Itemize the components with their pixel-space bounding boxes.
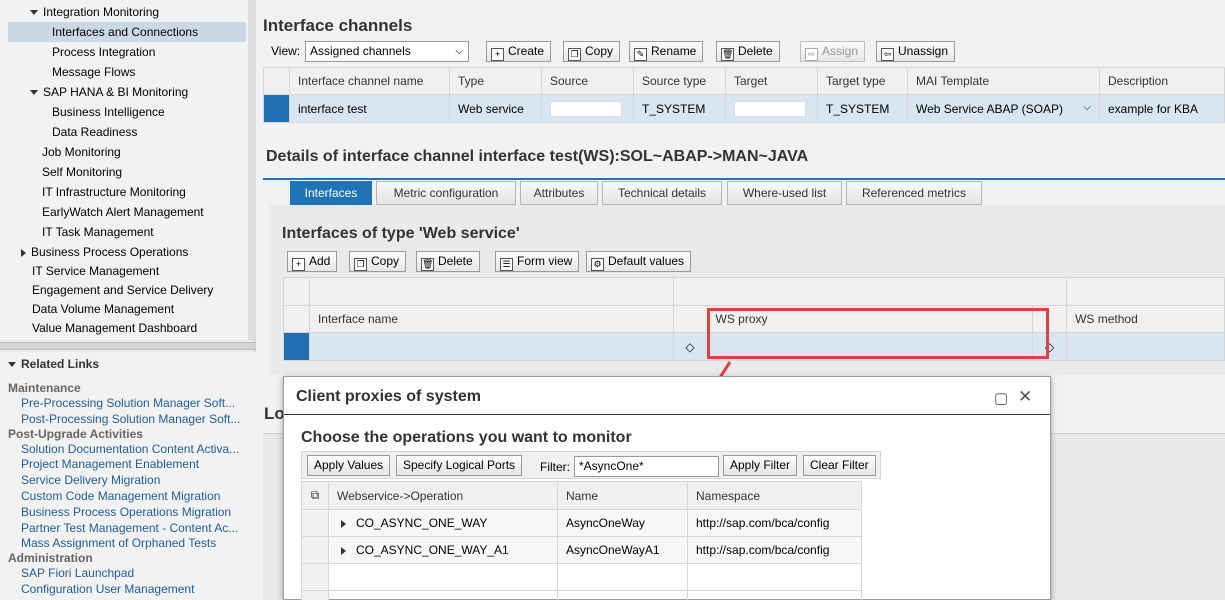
empty-cell [687, 563, 862, 591]
filter-label: Filter: [540, 460, 570, 474]
empty-cell [687, 590, 862, 600]
row-selector[interactable] [301, 563, 329, 591]
proxies-table: ⧉ Webservice->Operation Name Namespace C… [301, 481, 862, 600]
client-proxies-dialog: Client proxies of system ▢ ✕ Choose the … [283, 376, 1051, 600]
namespace-cell[interactable]: http://sap.com/bca/config [687, 509, 862, 537]
table-row[interactable]: CO_ASYNC_ONE_WAY_A1 AsyncOneWayA1 http:/… [301, 536, 862, 564]
column-header[interactable]: Namespace [687, 481, 862, 510]
row-selector[interactable] [301, 536, 329, 564]
empty-cell [328, 590, 558, 600]
dialog-title-divider [284, 414, 1050, 415]
empty-cell [328, 563, 558, 591]
row-selector[interactable] [301, 590, 329, 600]
table-row[interactable] [301, 563, 862, 591]
operation-cell[interactable]: CO_ASYNC_ONE_WAY [328, 509, 558, 537]
name-cell[interactable]: AsyncOneWayA1 [557, 536, 688, 564]
close-icon[interactable]: ✕ [1018, 387, 1032, 407]
maximize-icon[interactable]: ▢ [994, 389, 1008, 407]
apply-values-button[interactable]: Apply Values [307, 455, 391, 476]
filter-input[interactable]: *AsyncOne* [574, 456, 719, 477]
table-row[interactable] [301, 590, 862, 600]
empty-cell [557, 590, 688, 600]
operation-cell[interactable]: CO_ASYNC_ONE_WAY_A1 [328, 536, 558, 564]
clear-filter-button[interactable]: Clear Filter [803, 455, 876, 476]
dialog-toolbar: Apply Values Specify Logical Ports Filte… [301, 451, 881, 479]
expand-arrow-icon[interactable] [341, 519, 346, 528]
table-header: ⧉ Webservice->Operation Name Namespace [301, 481, 862, 510]
namespace-cell[interactable]: http://sap.com/bca/config [687, 536, 862, 564]
column-header[interactable]: Webservice->Operation [328, 481, 558, 510]
table-row[interactable]: CO_ASYNC_ONE_WAY AsyncOneWay http://sap.… [301, 509, 862, 537]
select-all-icon[interactable]: ⧉ [301, 481, 329, 510]
column-header[interactable]: Name [557, 481, 688, 510]
empty-cell [557, 563, 688, 591]
specify-logical-ports-button[interactable]: Specify Logical Ports [396, 455, 523, 476]
name-cell[interactable]: AsyncOneWay [557, 509, 688, 537]
dialog-subtitle: Choose the operations you want to monito… [301, 429, 632, 446]
apply-filter-button[interactable]: Apply Filter [723, 455, 798, 476]
dialog-title: Client proxies of system [296, 388, 481, 405]
row-selector[interactable] [301, 509, 329, 537]
expand-arrow-icon[interactable] [341, 546, 346, 555]
